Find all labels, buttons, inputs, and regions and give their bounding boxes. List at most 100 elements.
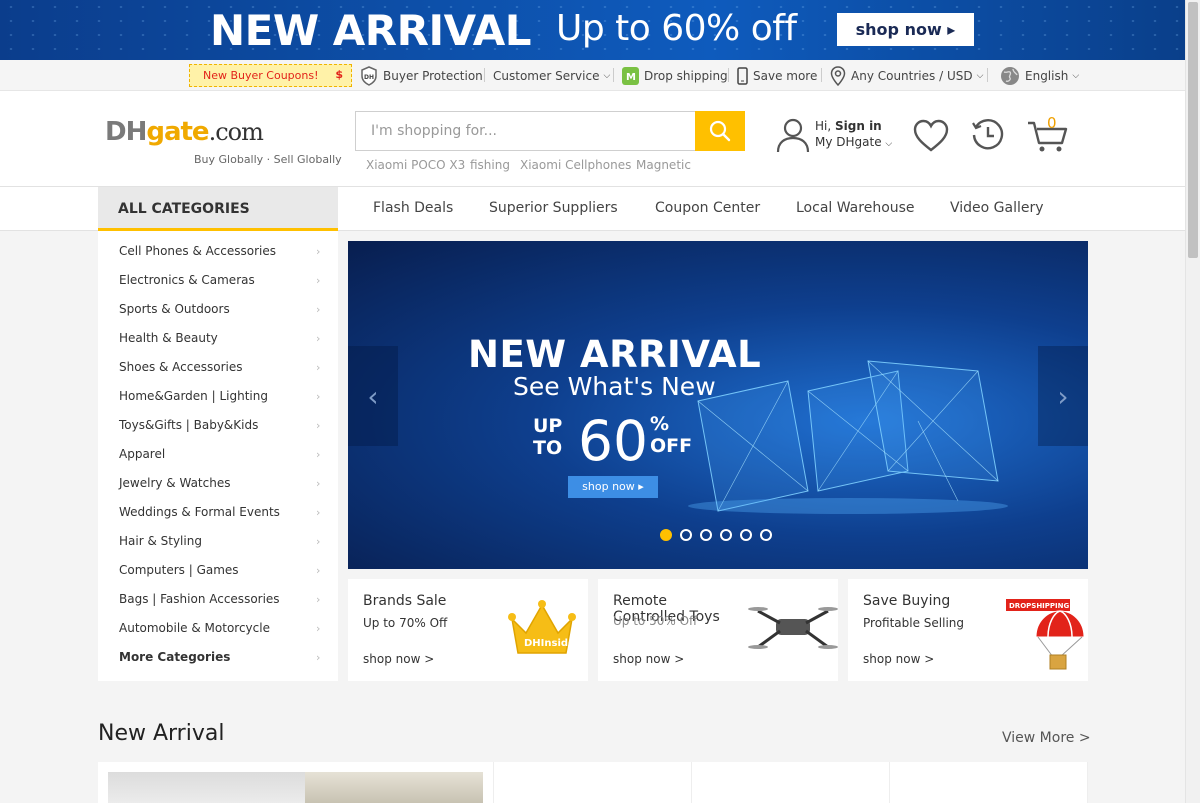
- carousel-dot[interactable]: [720, 529, 732, 541]
- product-card[interactable]: [890, 762, 1088, 803]
- all-categories-button[interactable]: ALL CATEGORIES: [98, 187, 338, 231]
- language-label: English: [1025, 68, 1069, 83]
- promo-card-subtitle: Up to 50% Off: [613, 614, 698, 628]
- scrollbar-thumb[interactable]: [1188, 2, 1198, 258]
- hot-search-link[interactable]: Xiaomi POCO X3: [366, 158, 465, 172]
- hero-percent-off: % OFF: [650, 413, 692, 457]
- svg-text:M: M: [626, 72, 636, 83]
- parachute-box-icon: DROPSHIPPING: [1006, 599, 1085, 670]
- hero-discount-number: 60: [578, 409, 648, 473]
- category-item[interactable]: Weddings & Formal Events: [119, 505, 280, 519]
- category-item[interactable]: Apparel: [119, 447, 165, 461]
- chevron-right-icon: ›: [316, 390, 321, 403]
- promo-card-link[interactable]: shop now >: [613, 652, 684, 666]
- chevron-right-icon: ›: [316, 361, 321, 374]
- coupon-dollar-icon: $: [335, 68, 343, 81]
- new-buyer-coupons-link[interactable]: New Buyer Coupons! $: [189, 64, 352, 87]
- category-item[interactable]: Shoes & Accessories: [119, 360, 243, 374]
- new-arrival-title: New Arrival: [98, 721, 225, 746]
- crown-icon: DHInsiders: [508, 600, 578, 654]
- category-item[interactable]: Automobile & Motorcycle: [119, 621, 270, 635]
- category-item[interactable]: More Categories: [119, 650, 230, 664]
- account-greeting[interactable]: Hi, Sign in: [815, 119, 882, 133]
- history-icon[interactable]: [970, 117, 1006, 153]
- sign-in-link[interactable]: Sign in: [835, 119, 882, 133]
- hero-shop-now-button[interactable]: shop now ▸: [568, 476, 658, 498]
- language-selector[interactable]: English ⌵: [1000, 60, 1079, 91]
- promo-card-dropshipping[interactable]: Save Buying Profitable Selling shop now …: [848, 579, 1088, 681]
- hero-up-text: UP: [533, 415, 563, 437]
- product-card[interactable]: [494, 762, 692, 803]
- nav-video-gallery[interactable]: Video Gallery: [950, 200, 1044, 216]
- customer-service-menu[interactable]: Customer Service ⌵: [493, 60, 610, 91]
- chevron-right-icon: ›: [1057, 379, 1069, 413]
- carousel-prev-button[interactable]: ‹: [348, 346, 398, 446]
- my-dhgate-menu[interactable]: My DHgate ⌵: [815, 135, 892, 149]
- account-menu[interactable]: [776, 117, 810, 157]
- carousel-dot[interactable]: [680, 529, 692, 541]
- category-item[interactable]: Bags | Fashion Accessories: [119, 592, 280, 606]
- hero-to-text: TO: [533, 437, 563, 459]
- drop-shipping-label: Drop shipping: [644, 68, 728, 83]
- promo-card-title: Save Buying: [863, 593, 951, 609]
- region-label: Any Countries / USD: [851, 68, 973, 83]
- promo-card-link[interactable]: shop now >: [363, 652, 434, 666]
- hero-percent-sign: %: [650, 413, 670, 435]
- category-item[interactable]: Toys&Gifts | Baby&Kids: [119, 418, 258, 432]
- promo-card-rc-toys[interactable]: Remote Controlled Toys Up to 50% Off sho…: [598, 579, 838, 681]
- category-item[interactable]: Cell Phones & Accessories: [119, 244, 276, 258]
- nav-coupon-center[interactable]: Coupon Center: [655, 200, 760, 216]
- product-image: [108, 772, 305, 803]
- product-card[interactable]: [98, 762, 494, 803]
- divider: [613, 68, 614, 82]
- chevron-right-icon: ›: [316, 506, 321, 519]
- user-icon: [776, 118, 810, 153]
- carousel-dot[interactable]: [760, 529, 772, 541]
- category-item[interactable]: Sports & Outdoors: [119, 302, 230, 316]
- promo-card-brands-sale[interactable]: Brands Sale Up to 70% Off shop now > DHI…: [348, 579, 588, 681]
- hot-search-link[interactable]: fishing: [470, 158, 510, 172]
- hot-search-link[interactable]: Magnetic: [636, 158, 691, 172]
- top-promo-banner[interactable]: NEW ARRIVAL Up to 60% off shop now ▸: [0, 0, 1185, 60]
- hero-carousel[interactable]: ‹ › NEW ARRIVAL See What's New UP TO 60 %…: [348, 241, 1088, 569]
- category-item[interactable]: Computers | Games: [119, 563, 239, 577]
- category-item[interactable]: Jewelry & Watches: [119, 476, 230, 490]
- chevron-right-icon: ›: [316, 448, 321, 461]
- category-item[interactable]: Electronics & Cameras: [119, 273, 255, 287]
- product-image: [305, 772, 483, 803]
- region-currency-selector[interactable]: Any Countries / USD ⌵: [830, 60, 983, 91]
- page-scrollbar[interactable]: [1185, 0, 1200, 803]
- search-button[interactable]: [695, 111, 745, 151]
- shield-icon: DH: [361, 65, 377, 86]
- category-item[interactable]: Hair & Styling: [119, 534, 202, 548]
- banner-shop-now-button[interactable]: shop now ▸: [837, 13, 974, 46]
- drop-shipping-link[interactable]: M Drop shipping: [622, 60, 728, 91]
- dhgate-logo[interactable]: DHgate.com: [105, 117, 264, 147]
- promo-card-subtitle: Profitable Selling: [863, 616, 965, 630]
- view-more-link[interactable]: View More >: [1002, 730, 1091, 746]
- save-more-link[interactable]: Save more: [737, 60, 817, 91]
- logo-dh: DH: [105, 117, 147, 147]
- carousel-indicators: [660, 529, 772, 541]
- carousel-dot[interactable]: [740, 529, 752, 541]
- banner-headline: NEW ARRIVAL: [210, 6, 532, 55]
- carousel-dot[interactable]: [660, 529, 672, 541]
- nav-superior-suppliers[interactable]: Superior Suppliers: [489, 200, 618, 216]
- product-card[interactable]: [692, 762, 890, 803]
- divider: [821, 68, 822, 82]
- location-pin-icon: [830, 65, 846, 86]
- category-item[interactable]: Home&Garden | Lighting: [119, 389, 268, 403]
- promo-badge-text: DHInsiders: [524, 638, 578, 649]
- promo-card-link[interactable]: shop now >: [863, 652, 934, 666]
- hot-search-link[interactable]: Xiaomi Cellphones: [520, 158, 631, 172]
- banner-shop-now-label: shop now: [855, 20, 942, 39]
- carousel-next-button[interactable]: ›: [1038, 346, 1088, 446]
- buyer-protection-link[interactable]: DH Buyer Protection: [360, 60, 483, 91]
- carousel-dot[interactable]: [700, 529, 712, 541]
- category-item[interactable]: Health & Beauty: [119, 331, 218, 345]
- search-input[interactable]: I'm shopping for...: [355, 111, 696, 151]
- chevron-right-icon: ›: [316, 419, 321, 432]
- nav-local-warehouse[interactable]: Local Warehouse: [796, 200, 915, 216]
- nav-flash-deals[interactable]: Flash Deals: [373, 200, 453, 216]
- heart-icon[interactable]: [912, 119, 950, 153]
